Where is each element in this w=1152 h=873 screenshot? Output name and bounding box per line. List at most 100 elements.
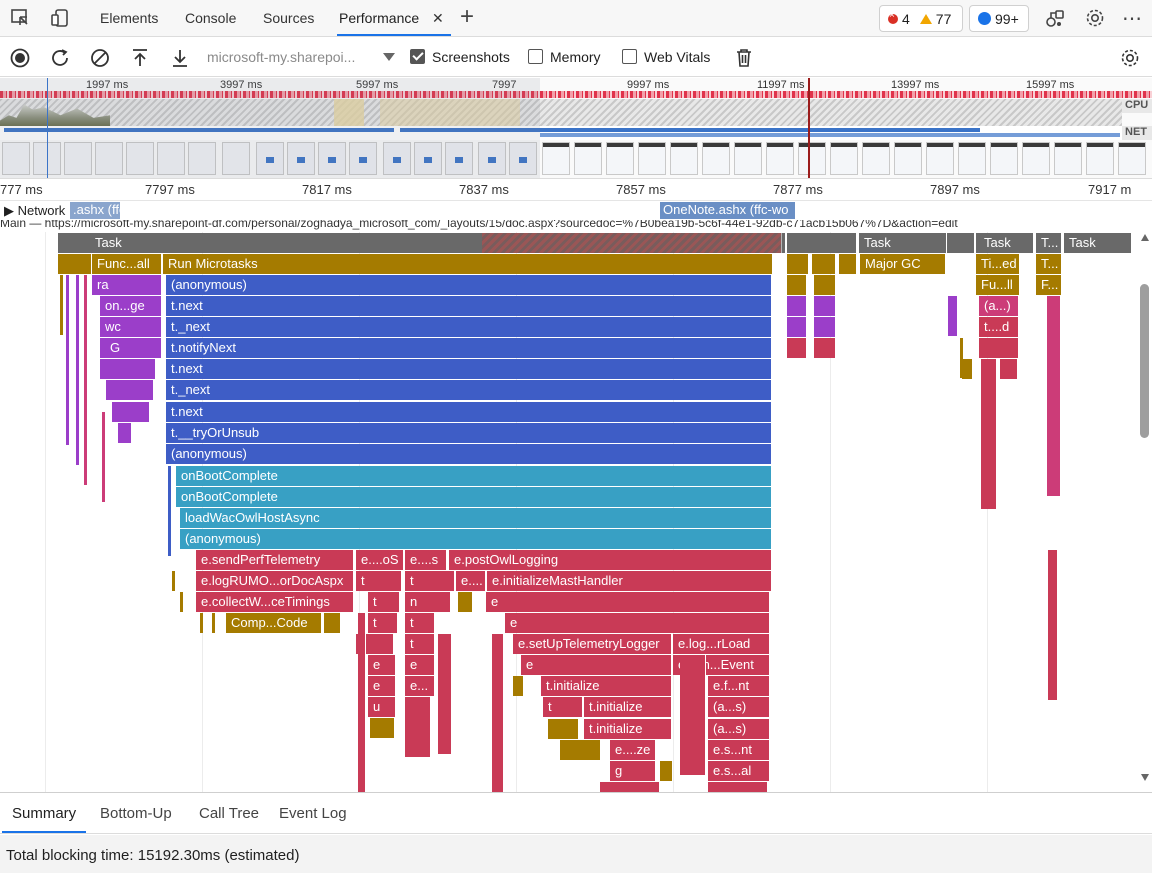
flame-function[interactable]: [84, 275, 87, 485]
flame-function[interactable]: t._next: [166, 317, 772, 337]
flame-function[interactable]: [1047, 296, 1061, 496]
flame-function[interactable]: (a...): [979, 296, 1019, 316]
flame-function[interactable]: [100, 359, 156, 379]
overview-playhead[interactable]: [808, 78, 810, 178]
settings-gear-icon[interactable]: [1083, 6, 1107, 30]
flame-function[interactable]: e.setUpTelemetryLogger: [513, 634, 672, 654]
flame-function[interactable]: g: [610, 761, 656, 781]
flame-function[interactable]: F...: [1036, 275, 1062, 295]
flame-function[interactable]: G: [100, 338, 162, 358]
flame-function[interactable]: t.__tryOrUnsub: [166, 423, 772, 443]
record-icon[interactable]: [8, 46, 32, 70]
flame-function[interactable]: (a...s): [708, 697, 770, 717]
flame-function[interactable]: [814, 317, 836, 337]
flame-function[interactable]: t.initialize: [584, 697, 672, 717]
download-icon[interactable]: [168, 46, 192, 70]
flame-function[interactable]: [358, 613, 366, 792]
flame-function[interactable]: [200, 613, 203, 633]
tab-call-tree[interactable]: Call Tree: [199, 805, 259, 822]
flame-task[interactable]: Task: [859, 233, 947, 253]
flame-function[interactable]: t.next: [166, 359, 772, 379]
flame-major-gc[interactable]: Major GC: [860, 254, 946, 274]
flame-vertical-scrollbar[interactable]: [1138, 232, 1152, 792]
flame-function[interactable]: [212, 613, 215, 633]
flame-function[interactable]: [660, 761, 672, 781]
reload-icon[interactable]: [48, 46, 72, 70]
flame-function[interactable]: [787, 338, 807, 358]
flame-function-call[interactable]: Func...all: [92, 254, 162, 274]
flame-function[interactable]: t....d: [979, 317, 1019, 337]
flame-function[interactable]: e: [486, 592, 770, 612]
capture-settings-gear-icon[interactable]: [1118, 46, 1142, 70]
flame-function[interactable]: [560, 740, 600, 760]
tab-summary[interactable]: Summary: [12, 805, 76, 822]
flame-function[interactable]: (anonymous): [166, 275, 772, 295]
flame-function[interactable]: T...: [1036, 254, 1062, 274]
flame-task[interactable]: T...: [1036, 233, 1062, 253]
overview-selection-start[interactable]: [47, 78, 48, 178]
flame-function[interactable]: e.s...al: [708, 761, 770, 781]
flame-function[interactable]: [106, 380, 154, 400]
flame-run-microtasks[interactable]: Run Microtasks: [163, 254, 773, 274]
flame-function[interactable]: e.f...nt: [708, 676, 770, 696]
flame-function[interactable]: (anonymous): [166, 444, 772, 464]
flame-function[interactable]: [168, 466, 171, 556]
flame-compile-code[interactable]: Comp...Code: [226, 613, 322, 633]
flame-function[interactable]: e: [405, 655, 435, 675]
issues-badge[interactable]: 4 77: [879, 5, 963, 32]
flame-function[interactable]: [112, 402, 150, 422]
flame-function[interactable]: e.sendPerfTelemetry: [196, 550, 354, 570]
flame-function[interactable]: [405, 697, 431, 757]
messages-badge[interactable]: 99+: [969, 5, 1029, 32]
flame-chart[interactable]: Task Task Task T... Task Func...all Run …: [0, 232, 1138, 792]
flame-function[interactable]: [787, 254, 809, 274]
network-request-bar[interactable]: .ashx (ffc: [70, 202, 126, 219]
flame-function[interactable]: t.next: [166, 402, 772, 422]
close-tab-icon[interactable]: ✕: [432, 0, 444, 36]
flame-function[interactable]: [370, 718, 394, 738]
flame-function[interactable]: t.next: [166, 296, 772, 316]
flame-function[interactable]: t: [405, 571, 455, 591]
scroll-up-arrow-icon[interactable]: [1141, 234, 1149, 241]
clear-icon[interactable]: [88, 46, 112, 70]
tab-bottom-up[interactable]: Bottom-Up: [100, 805, 172, 822]
tab-sources[interactable]: Sources: [261, 0, 316, 36]
flame-function[interactable]: [962, 359, 972, 379]
flame-function[interactable]: [948, 296, 958, 336]
screenshots-checkbox[interactable]: [410, 49, 425, 64]
flame-function[interactable]: [839, 254, 857, 274]
flame-function[interactable]: (anonymous): [180, 529, 772, 549]
flame-function[interactable]: [708, 782, 768, 792]
flame-function[interactable]: [102, 412, 105, 502]
flame-function[interactable]: e.s...nt: [708, 740, 770, 760]
flame-function[interactable]: [812, 254, 836, 274]
flame-function[interactable]: t: [543, 697, 583, 717]
flame-function[interactable]: onBootComplete: [176, 487, 772, 507]
network-request-bar[interactable]: OneNote.ashx (ffc-wo: [660, 202, 795, 219]
flame-function[interactable]: t: [368, 613, 398, 633]
flame-function[interactable]: [324, 613, 340, 633]
network-track-toggle[interactable]: ▶ Network: [2, 203, 68, 219]
flame-function[interactable]: [814, 296, 836, 316]
flame-function[interactable]: on...ge: [100, 296, 162, 316]
flame-function[interactable]: onBootComplete: [176, 466, 772, 486]
flame-function[interactable]: [76, 275, 79, 465]
upload-icon[interactable]: [128, 46, 152, 70]
flame-function[interactable]: e....ze: [610, 740, 656, 760]
flame-function[interactable]: e....: [456, 571, 486, 591]
flame-function[interactable]: e.postOwlLogging: [449, 550, 772, 570]
flame-function[interactable]: e.collectW...ceTimings: [196, 592, 354, 612]
flame-function[interactable]: Fu...ll: [976, 275, 1020, 295]
flame-task[interactable]: Task: [1064, 233, 1132, 253]
flame-function[interactable]: e: [368, 676, 396, 696]
flame-function[interactable]: [979, 338, 1019, 358]
flame-function[interactable]: e.initializeMastHandler: [487, 571, 772, 591]
flame-function[interactable]: e: [368, 655, 396, 675]
flame-function[interactable]: [787, 317, 807, 337]
flame-function[interactable]: t.initialize: [584, 719, 672, 739]
recording-url-select[interactable]: microsoft-my.sharepoi...: [207, 49, 355, 65]
memory-checkbox[interactable]: [528, 49, 543, 64]
flame-function[interactable]: [787, 296, 807, 316]
trash-icon[interactable]: [732, 46, 756, 70]
flame-function[interactable]: [58, 254, 92, 274]
